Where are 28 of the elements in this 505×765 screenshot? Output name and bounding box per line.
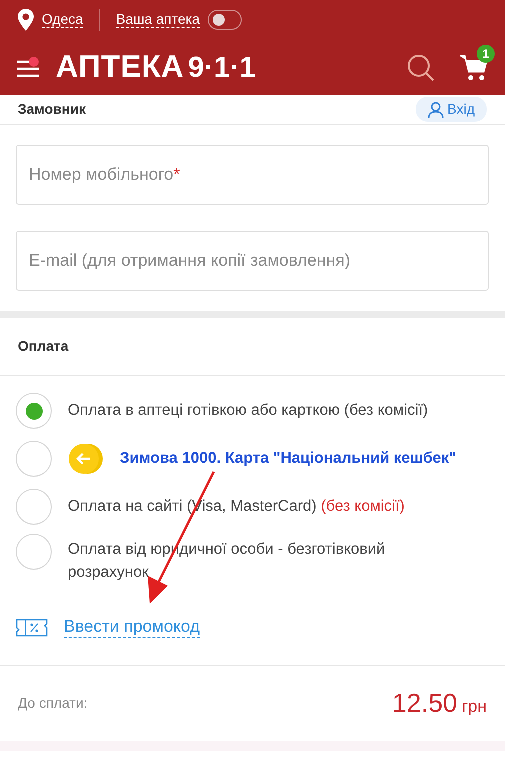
logo-digits: 9·1·1	[188, 51, 256, 86]
city-link[interactable]: Одеса	[42, 12, 84, 28]
section-title: Замовник	[18, 100, 86, 119]
radio-button[interactable]	[16, 534, 52, 570]
field-placeholder: Номер мобільного*	[29, 164, 180, 186]
coin-icon	[68, 443, 104, 475]
logo-text: АПТЕКА	[56, 48, 184, 86]
pharmacy-toggle[interactable]	[208, 10, 242, 30]
radio-button[interactable]	[16, 393, 52, 429]
total-label: До сплати:	[18, 694, 88, 713]
menu-icon[interactable]	[16, 56, 40, 78]
pharmacy-link[interactable]: Ваша аптека	[116, 12, 200, 28]
input-field[interactable]: Номер мобільного*	[16, 145, 489, 205]
user-icon	[428, 102, 444, 118]
input-field[interactable]: E-mail (для отримання копії замовлення)	[16, 231, 489, 291]
total-amount: 12.50 грн	[392, 686, 487, 720]
promo-code-link[interactable]: Ввести промокод	[64, 616, 200, 638]
radio-button[interactable]	[16, 441, 52, 477]
login-button[interactable]: Вхід	[416, 97, 487, 122]
section-title: Оплата	[0, 318, 505, 376]
location-pin-icon	[18, 9, 34, 31]
payment-option-label: Оплата в аптеці готівкою або карткою (без комісії)	[68, 401, 428, 422]
cart-count-badge: 1	[477, 44, 495, 62]
search-icon[interactable]	[407, 54, 435, 82]
coupon-icon	[16, 618, 48, 636]
payment-option-label: Зимова 1000. Карта "Національний кешбек"	[120, 449, 457, 470]
radio-button[interactable]	[16, 489, 52, 525]
field-placeholder: E-mail (для отримання копії замовлення)	[29, 250, 351, 272]
